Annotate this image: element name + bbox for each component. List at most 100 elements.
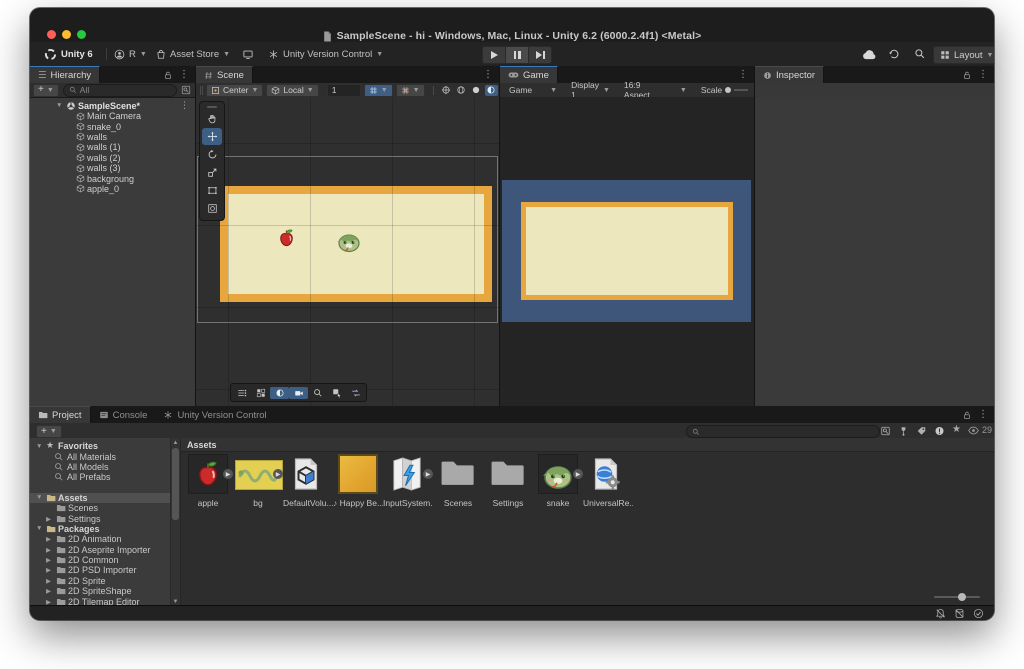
tab-console[interactable]: Console bbox=[91, 407, 156, 423]
open-in-search-icon[interactable] bbox=[880, 426, 891, 436]
expand-sprite-icon[interactable]: ▶ bbox=[223, 469, 233, 479]
panel-menu-icon[interactable]: ⋮ bbox=[738, 70, 748, 80]
scale-slider-knob[interactable] bbox=[725, 87, 731, 93]
asset-store-dropdown[interactable]: Asset Store ▼ bbox=[156, 42, 230, 66]
tab-inspector[interactable]: Inspector bbox=[755, 66, 824, 83]
tree-item[interactable]: All Models bbox=[30, 462, 170, 472]
game-mode-dropdown[interactable]: Game▼ bbox=[502, 83, 564, 97]
hand-tool-button[interactable] bbox=[202, 110, 222, 127]
create-object-button[interactable]: +▼ bbox=[33, 84, 59, 97]
tree-assets[interactable]: ▼ Assets bbox=[30, 493, 170, 503]
scene-lighting-toggle[interactable] bbox=[470, 85, 483, 96]
scroll-up-icon[interactable]: ▲ bbox=[171, 438, 180, 447]
draw-mode-button[interactable] bbox=[232, 387, 251, 399]
panel-menu-icon[interactable]: ⋮ bbox=[978, 70, 988, 80]
search-by-label-icon[interactable] bbox=[916, 426, 927, 436]
debug-draw-button[interactable] bbox=[251, 387, 270, 399]
display-dropdown[interactable]: Display 1▼ bbox=[564, 83, 617, 97]
hierarchy-search-input[interactable]: All bbox=[63, 84, 177, 97]
pause-button[interactable] bbox=[505, 46, 529, 64]
tree-item[interactable]: ▶Settings bbox=[30, 513, 170, 523]
tree-scrollbar[interactable]: ▲ ▼ bbox=[170, 438, 180, 606]
apple-sprite[interactable] bbox=[276, 227, 297, 249]
tree-item[interactable]: ▶2D Sprite bbox=[30, 576, 170, 586]
step-button[interactable] bbox=[528, 46, 552, 64]
cache-server-disabled-icon[interactable] bbox=[954, 608, 965, 619]
lock-icon[interactable] bbox=[962, 410, 972, 420]
hierarchy-item[interactable]: walls (1) bbox=[30, 142, 195, 152]
hierarchy-item[interactable]: walls (2) bbox=[30, 153, 195, 163]
move-tool-button[interactable] bbox=[202, 128, 222, 145]
hierarchy-item[interactable]: Main Camera bbox=[30, 111, 195, 121]
global-search-button[interactable] bbox=[914, 42, 926, 66]
panel-menu-icon[interactable]: ⋮ bbox=[483, 70, 493, 80]
aspect-ratio-dropdown[interactable]: 16:9 Aspect▼ bbox=[617, 83, 694, 97]
scene-options-icon[interactable]: ⋮ bbox=[180, 100, 189, 111]
hierarchy-item[interactable]: apple_0 bbox=[30, 184, 195, 194]
hierarchy-item[interactable]: walls bbox=[30, 132, 195, 142]
asset-universal-render-pipeline[interactable]: UniversalRe... bbox=[583, 454, 633, 520]
scale-slider[interactable]: Scale bbox=[694, 83, 755, 97]
grid-snapping-dropdown[interactable]: ▼ bbox=[364, 84, 393, 97]
layout-dropdown[interactable]: Layout ▼ bbox=[933, 46, 994, 64]
asset-apple[interactable]: ▶ apple bbox=[183, 454, 233, 520]
rotate-tool-button[interactable] bbox=[202, 146, 222, 163]
account-dropdown[interactable]: R ▼ bbox=[114, 42, 147, 66]
tab-project[interactable]: Project bbox=[30, 406, 91, 423]
lock-icon[interactable] bbox=[163, 70, 173, 80]
tab-scene[interactable]: Scene bbox=[196, 66, 253, 83]
asset-settings-folder[interactable]: Settings bbox=[483, 454, 533, 520]
tree-favorites[interactable]: ▼ ★ Favorites bbox=[30, 441, 170, 451]
tree-item[interactable]: All Prefabs bbox=[30, 472, 170, 482]
tree-item[interactable]: ▶2D Common bbox=[30, 555, 170, 565]
asset-bg[interactable]: ▶ bg bbox=[233, 454, 283, 520]
snap-increment-field[interactable]: 1 bbox=[327, 84, 361, 97]
foldout-icon[interactable]: ▼ bbox=[56, 102, 62, 109]
version-control-menu[interactable]: Unity Version Control ▼ bbox=[268, 42, 383, 66]
tab-unity-version-control[interactable]: Unity Version Control bbox=[155, 407, 274, 423]
package-manager-button[interactable] bbox=[242, 42, 254, 66]
search-scene-button[interactable] bbox=[308, 387, 327, 399]
tree-item[interactable]: ▶2D PSD Importer bbox=[30, 565, 170, 575]
scene-2d-mode-toggle[interactable] bbox=[485, 85, 498, 96]
expand-sprite-icon[interactable]: ▶ bbox=[273, 469, 283, 479]
expand-asset-icon[interactable]: ▶ bbox=[423, 469, 433, 479]
asset-default-volume[interactable]: DefaultVolu... bbox=[283, 454, 333, 520]
tool-handle-rotation-dropdown[interactable]: Local▼ bbox=[266, 84, 318, 97]
2d-toggle-button[interactable] bbox=[270, 387, 289, 399]
favorites-star-icon[interactable]: ★ bbox=[952, 424, 961, 435]
tool-handle-position-dropdown[interactable]: Center▼ bbox=[206, 84, 263, 97]
alert-icon[interactable] bbox=[934, 426, 945, 436]
thumbnail-size-slider[interactable] bbox=[934, 593, 980, 601]
notifications-muted-icon[interactable] bbox=[935, 608, 946, 619]
tab-game[interactable]: Game bbox=[500, 66, 558, 83]
transform-tool-button[interactable] bbox=[202, 200, 222, 217]
create-asset-button[interactable]: +▼ bbox=[36, 425, 62, 438]
open-search-window-icon[interactable] bbox=[181, 85, 191, 95]
game-viewport[interactable] bbox=[500, 97, 754, 406]
tree-packages[interactable]: ▼ Packages bbox=[30, 524, 170, 534]
project-search-input[interactable] bbox=[686, 425, 880, 438]
asset-input-actions[interactable]: ▶ InputSystem... bbox=[383, 454, 433, 520]
tree-item[interactable]: ▶2D SpriteShape bbox=[30, 586, 170, 596]
scale-tool-button[interactable] bbox=[202, 164, 222, 181]
move-snapping-dropdown[interactable]: ▼ bbox=[396, 84, 425, 97]
palette-drag-handle[interactable] bbox=[202, 104, 222, 109]
scene-viewport[interactable] bbox=[196, 97, 499, 406]
hierarchy-scene-row[interactable]: ▼ SampleScene* ⋮ bbox=[30, 100, 195, 111]
lock-icon[interactable] bbox=[962, 70, 972, 80]
hierarchy-item[interactable]: walls (3) bbox=[30, 163, 195, 173]
snake-sprite[interactable] bbox=[336, 229, 362, 253]
scene-picking-button[interactable] bbox=[327, 387, 346, 399]
undo-history-button[interactable] bbox=[888, 42, 900, 66]
tree-item[interactable]: All Materials bbox=[30, 451, 170, 461]
expand-sprite-icon[interactable]: ▶ bbox=[573, 469, 583, 479]
scene-camera-toggle[interactable] bbox=[455, 85, 468, 96]
unity-hub-button[interactable]: Unity 6 bbox=[44, 42, 93, 66]
play-button[interactable] bbox=[482, 46, 506, 64]
tree-item[interactable]: ▶2D Aseprite Importer bbox=[30, 545, 170, 555]
hierarchy-item[interactable]: backgroung bbox=[30, 173, 195, 183]
tree-item[interactable]: ▶2D Animation bbox=[30, 534, 170, 544]
tree-item[interactable]: Scenes bbox=[30, 503, 170, 513]
asset-scenes-folder[interactable]: Scenes bbox=[433, 454, 483, 520]
